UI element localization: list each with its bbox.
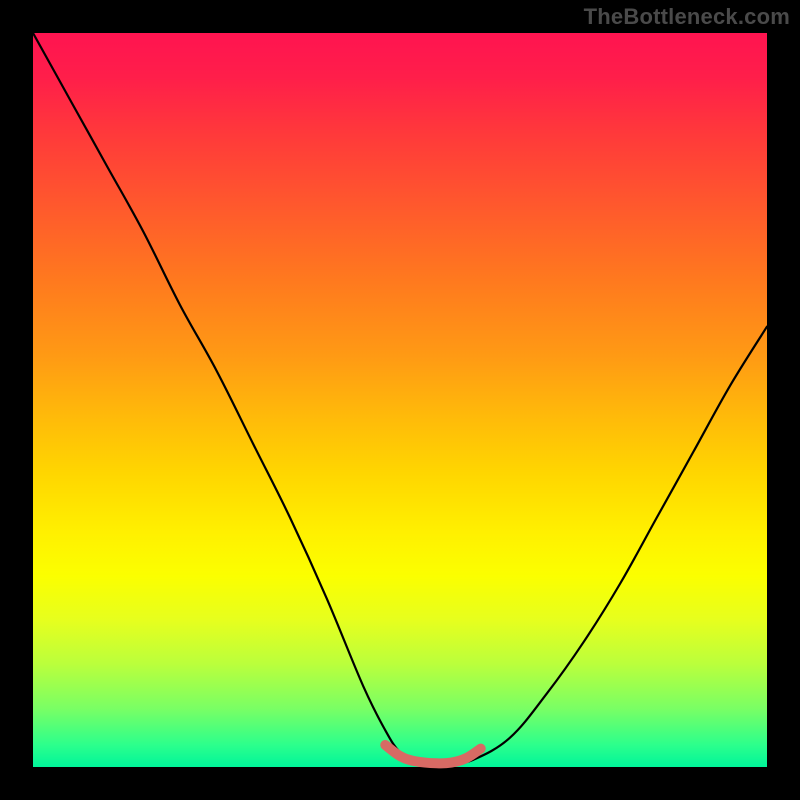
bottleneck-curve	[33, 33, 767, 764]
chart-frame: TheBottleneck.com	[0, 0, 800, 800]
sweet-spot-band	[385, 745, 480, 763]
watermark-text: TheBottleneck.com	[584, 4, 790, 30]
plot-area	[33, 33, 767, 767]
curve-layer	[33, 33, 767, 767]
